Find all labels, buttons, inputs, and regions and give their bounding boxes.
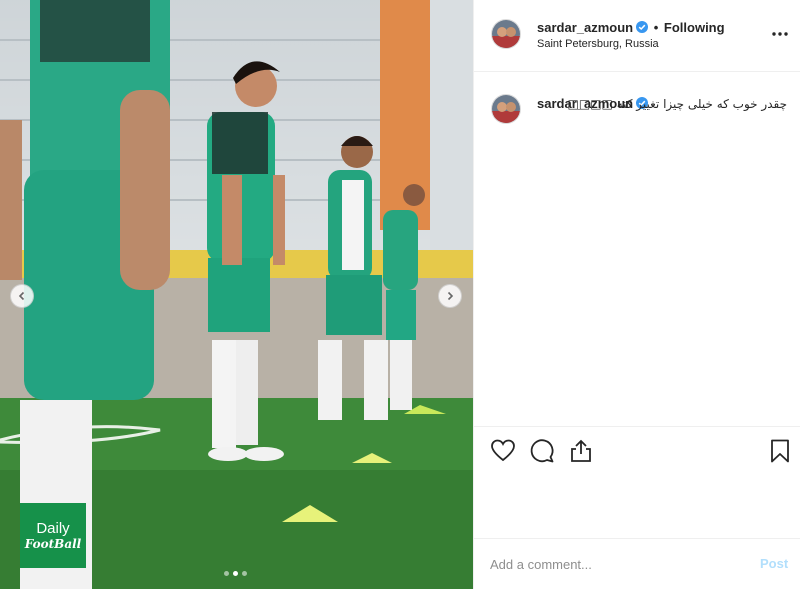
author-username[interactable]: sardar_azmoun bbox=[537, 20, 633, 35]
players-training-image bbox=[0, 0, 473, 589]
comment-input[interactable] bbox=[490, 554, 730, 574]
watermark-line2: FootBall bbox=[24, 536, 82, 551]
post-header: sardar_azmoun • Following Saint Petersbu… bbox=[474, 0, 800, 72]
post-photo[interactable]: Daily FootBall bbox=[0, 0, 473, 589]
comment-bubble-icon[interactable] bbox=[529, 438, 555, 464]
bookmark-icon[interactable] bbox=[767, 438, 793, 464]
share-upload-icon[interactable] bbox=[568, 438, 594, 464]
carousel-dot-active bbox=[233, 571, 238, 576]
avatar-image bbox=[492, 95, 520, 123]
caption-text: چقدر خوب که خیلی چیزا تغییر کنه □□□□ bbox=[567, 97, 787, 111]
chevron-left-icon bbox=[18, 291, 25, 301]
add-comment-bar: Post bbox=[474, 538, 800, 590]
avatar-image bbox=[492, 20, 520, 48]
carousel-dot bbox=[242, 571, 247, 576]
following-button[interactable]: Following bbox=[664, 20, 725, 35]
action-bar bbox=[474, 426, 800, 479]
dailyfootball-watermark: Daily FootBall bbox=[20, 503, 86, 568]
carousel-prev-button[interactable] bbox=[10, 284, 34, 308]
carousel-indicator bbox=[224, 571, 247, 576]
carousel-dot bbox=[224, 571, 229, 576]
more-options-icon[interactable] bbox=[771, 28, 789, 40]
header-separator: • bbox=[653, 20, 659, 35]
chevron-right-icon bbox=[447, 291, 454, 301]
author-avatar[interactable] bbox=[491, 19, 521, 49]
caption-author-avatar[interactable] bbox=[491, 94, 521, 124]
post-location[interactable]: Saint Petersburg, Russia bbox=[537, 38, 659, 50]
post-side-panel: sardar_azmoun • Following Saint Petersbu… bbox=[473, 0, 800, 589]
carousel-next-button[interactable] bbox=[438, 284, 462, 308]
heart-icon[interactable] bbox=[490, 438, 516, 464]
post-comment-button[interactable]: Post bbox=[760, 556, 788, 571]
verified-badge-icon bbox=[636, 21, 649, 33]
watermark-line1: Daily bbox=[36, 519, 70, 537]
